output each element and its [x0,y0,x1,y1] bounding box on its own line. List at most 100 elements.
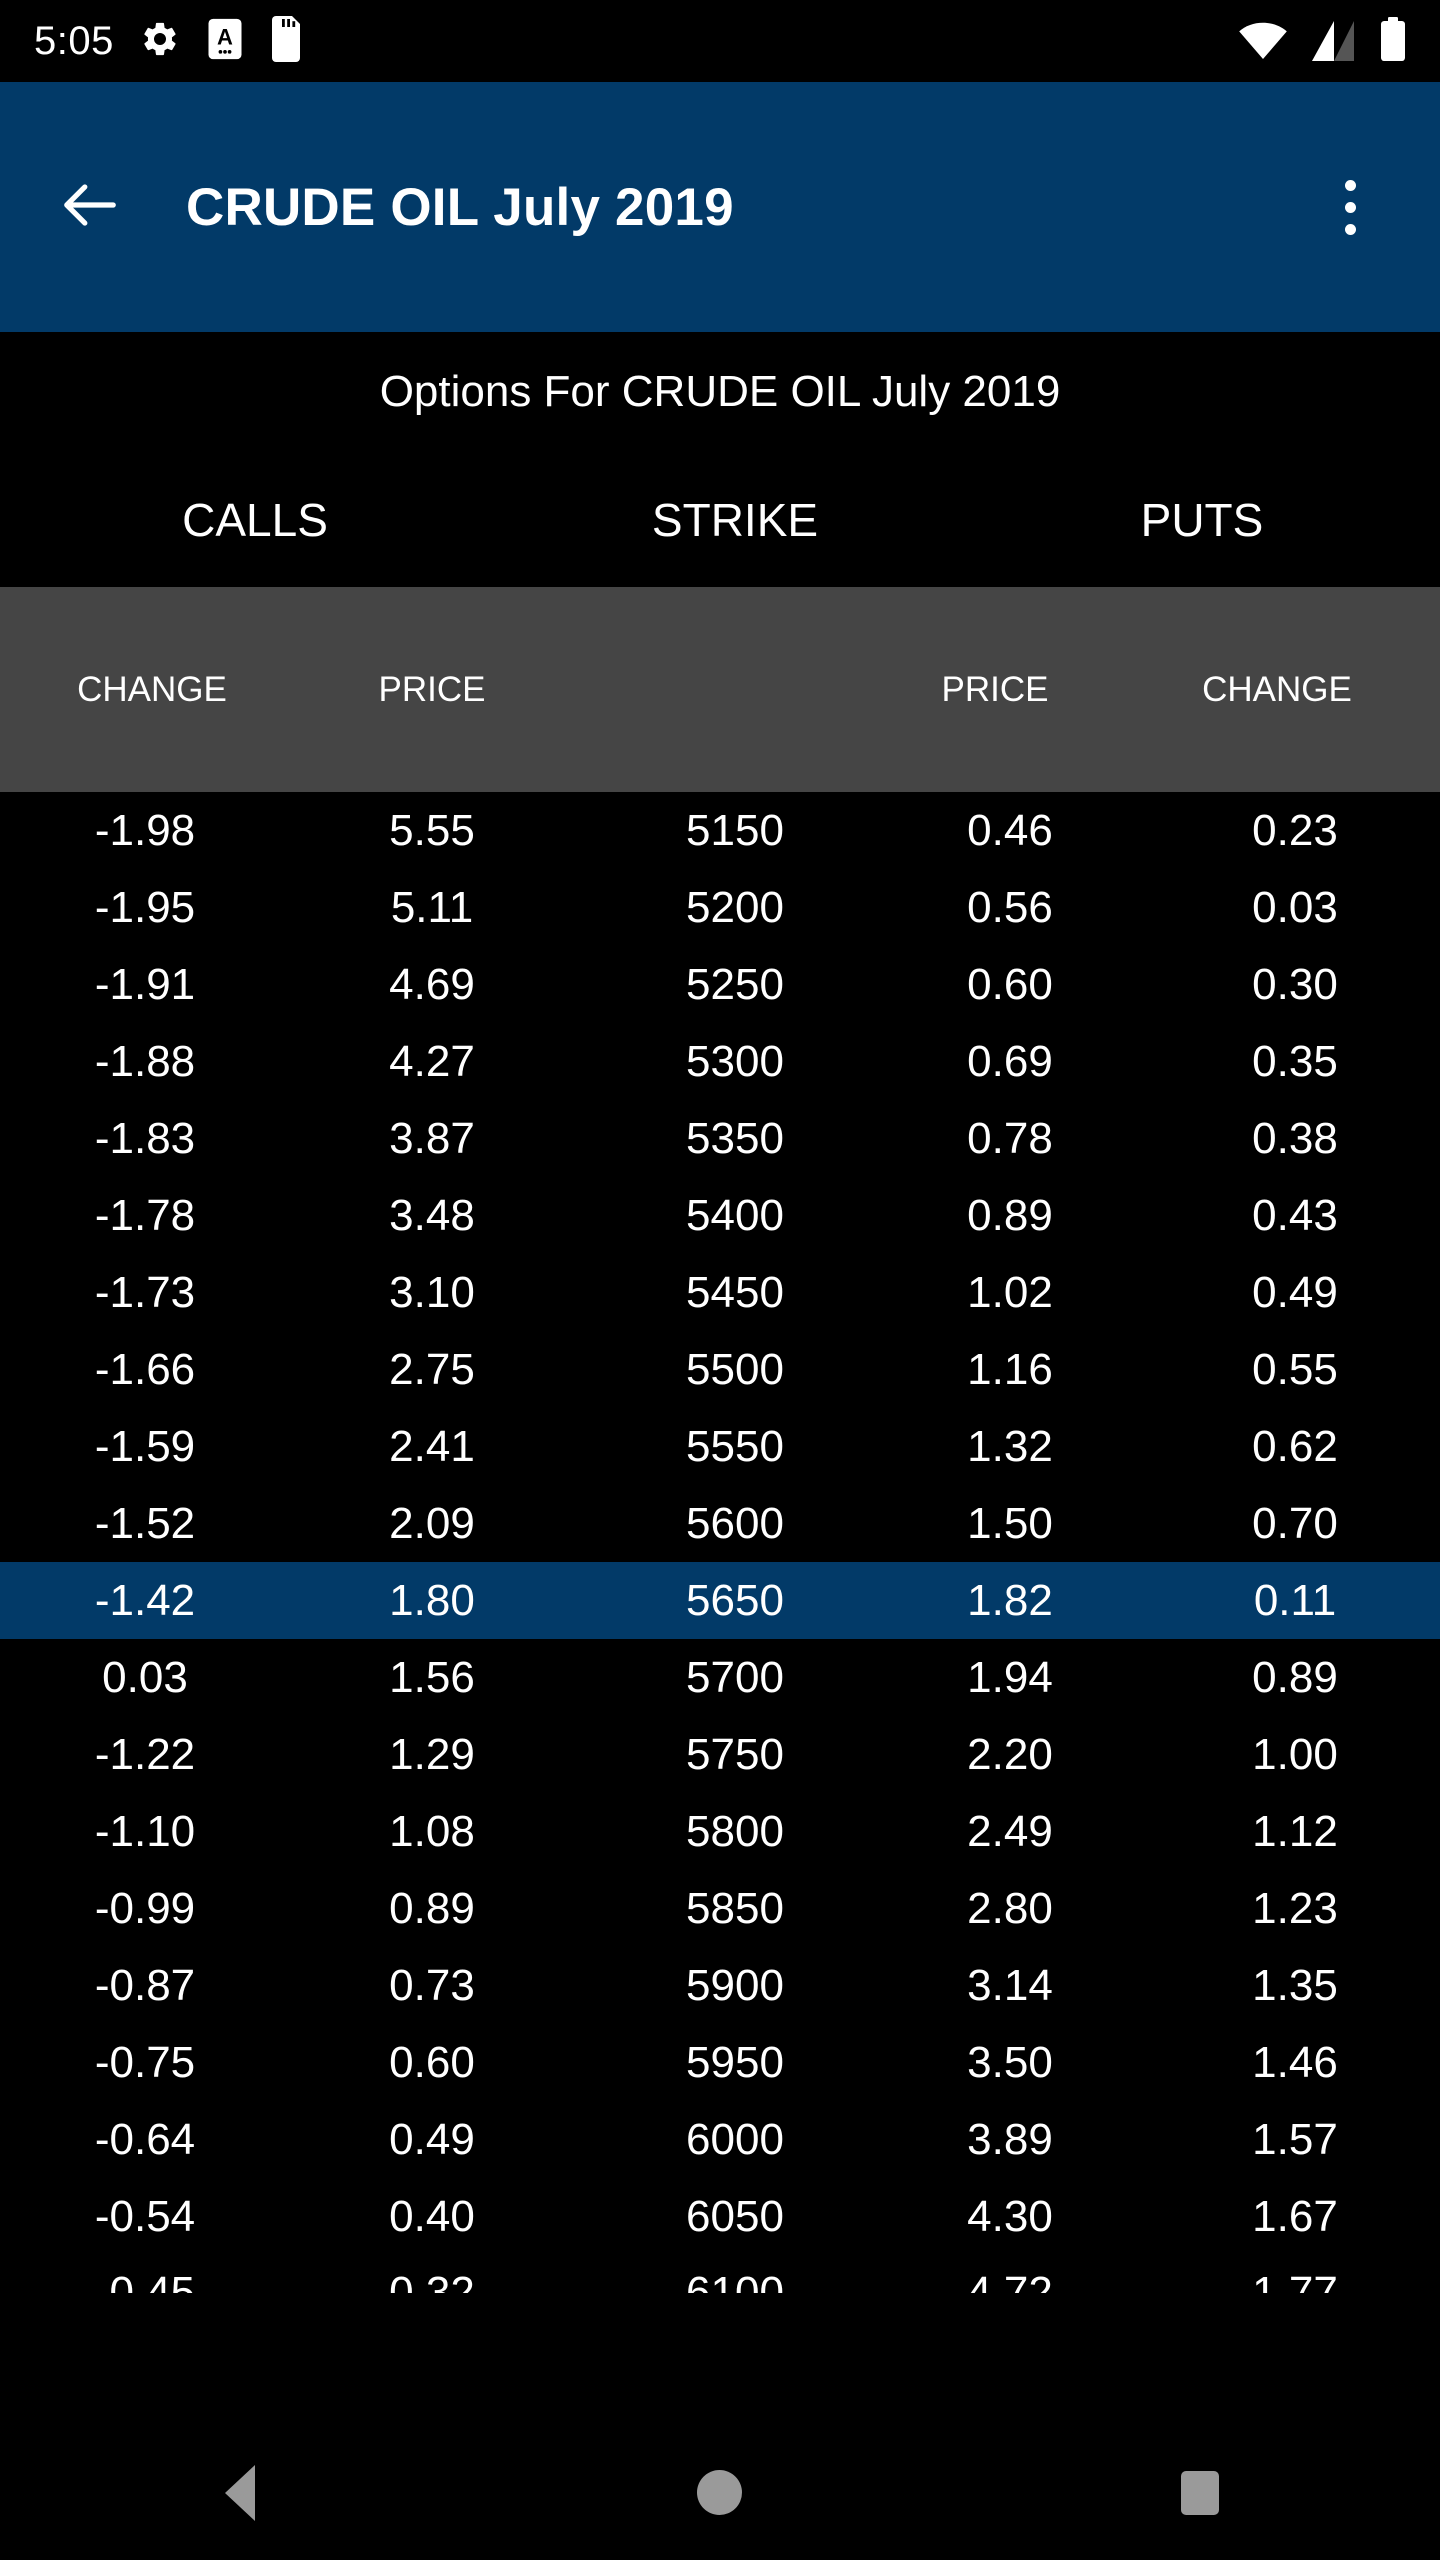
app-bar: CRUDE OIL July 2019 [0,82,1440,332]
table-row[interactable]: -1.98 5.55 5150 0.46 0.23 [0,792,1440,869]
table-row[interactable]: -0.54 0.40 6050 4.30 1.67 [0,2178,1440,2255]
more-vert-icon [1344,179,1356,191]
table-row[interactable]: -0.99 0.89 5850 2.80 1.23 [0,1870,1440,1947]
cell-strike: 5650 [686,1575,784,1625]
cell-put-change: 0.35 [1252,1036,1338,1086]
table-row[interactable]: -1.42 1.80 5650 1.82 0.11 [0,1562,1440,1639]
cell-call-price: 2.41 [389,1421,475,1471]
cell-put-price: 1.32 [967,1421,1053,1471]
cell-call-price: 1.56 [389,1652,475,1702]
cell-strike: 5750 [686,1729,784,1779]
cell-put-change: 1.23 [1252,1883,1338,1933]
table-row[interactable]: -1.10 1.08 5800 2.49 1.12 [0,1793,1440,1870]
svg-text:A: A [217,24,233,49]
cell-put-price: 1.82 [967,1575,1053,1625]
cell-put-price: 1.94 [967,1652,1053,1702]
cell-strike: 5300 [686,1036,784,1086]
cell-call-price: 0.89 [389,1883,475,1933]
nav-recents-button[interactable] [960,2470,1440,2515]
cell-put-price: 1.16 [967,1344,1053,1394]
table-row[interactable]: -1.73 3.10 5450 1.02 0.49 [0,1254,1440,1331]
cell-call-change: -1.22 [94,1729,196,1779]
table-row[interactable]: -0.64 0.49 6000 3.89 1.57 [0,2101,1440,2178]
a-badge-icon: A [206,17,244,66]
status-bar-left: 5:05 A [34,15,302,67]
cell-put-price: 2.49 [967,1806,1053,1856]
table-row[interactable]: -0.87 0.73 5900 3.14 1.35 [0,1947,1440,2024]
status-clock: 5:05 [34,18,114,63]
cell-call-change: 0.03 [102,1652,188,1702]
nav-back-button[interactable] [0,2464,480,2521]
table-row[interactable]: -1.22 1.29 5750 2.20 1.00 [0,1716,1440,1793]
cell-put-price: 0.89 [967,1190,1053,1240]
cell-call-price: 2.75 [389,1344,475,1394]
cell-strike: 5700 [686,1652,784,1702]
cell-strike: 5200 [686,882,784,932]
cell-strike: 5350 [686,1113,784,1163]
table-row[interactable]: -1.59 2.41 5550 1.32 0.62 [0,1408,1440,1485]
cell-call-change: -1.52 [94,1498,196,1548]
gear-icon [140,19,180,64]
column-header-put-change[interactable]: CHANGE [1202,670,1352,710]
table-row[interactable]: 0.03 1.56 5700 1.94 0.89 [0,1639,1440,1716]
cell-put-change: 0.70 [1252,1498,1338,1548]
cell-call-price: 0.73 [389,1960,475,2010]
cell-put-price: 3.89 [967,2114,1053,2164]
cell-put-price: 4.72 [967,2268,1053,2293]
cell-strike: 5950 [686,2037,784,2087]
cell-put-change: 0.23 [1252,805,1338,855]
table-row[interactable]: -1.95 5.11 5200 0.56 0.03 [0,869,1440,946]
overflow-menu-button[interactable] [1304,161,1396,253]
cell-put-change: 1.67 [1252,2191,1338,2241]
more-vert-icon [1344,223,1356,235]
table-row[interactable]: -0.75 0.60 5950 3.50 1.46 [0,2024,1440,2101]
cell-call-price: 3.10 [389,1267,475,1317]
cell-put-change: 0.55 [1252,1344,1338,1394]
column-header-call-price[interactable]: PRICE [379,670,486,710]
cell-put-change: 1.77 [1252,2268,1338,2293]
cell-strike: 5600 [686,1498,784,1548]
cell-call-price: 4.27 [389,1036,475,1086]
table-row[interactable]: -1.78 3.48 5400 0.89 0.43 [0,1177,1440,1254]
table-row[interactable]: -1.88 4.27 5300 0.69 0.35 [0,1023,1440,1100]
column-header-call-change[interactable]: CHANGE [77,670,227,710]
column-header-row: CHANGE PRICE PRICE CHANGE [0,587,1440,792]
cell-put-change: 0.03 [1252,882,1338,932]
cell-call-price: 1.08 [389,1806,475,1856]
table-row[interactable]: -0.45 0.32 6100 4.72 1.77 [0,2255,1440,2293]
cell-put-price: 2.80 [967,1883,1053,1933]
cell-put-price: 3.50 [967,2037,1053,2087]
table-row[interactable]: -1.83 3.87 5350 0.78 0.38 [0,1100,1440,1177]
cell-put-change: 1.00 [1252,1729,1338,1779]
cell-call-change: -1.95 [94,882,196,932]
cell-call-price: 2.09 [389,1498,475,1548]
options-subtitle: Options For CRUDE OIL July 2019 [379,367,1061,416]
cell-strike: 6100 [686,2268,784,2293]
cell-strike: 5250 [686,959,784,1009]
cell-put-price: 0.56 [967,882,1053,932]
cell-call-change: -0.99 [94,1883,196,1933]
cell-put-change: 0.38 [1252,1113,1338,1163]
section-header-strike: STRIKE [651,493,819,546]
section-header-bar: CALLS STRIKE PUTS [0,452,1440,587]
cell-put-price: 1.02 [967,1267,1053,1317]
back-button[interactable] [44,161,136,253]
nav-home-button[interactable] [480,2470,960,2515]
cell-strike: 5850 [686,1883,784,1933]
table-row[interactable]: -1.52 2.09 5600 1.50 0.70 [0,1485,1440,1562]
cell-call-price: 1.29 [389,1729,475,1779]
cell-call-change: -1.59 [94,1421,196,1471]
cell-call-price: 0.40 [389,2191,475,2241]
column-header-put-price[interactable]: PRICE [942,670,1049,710]
table-row[interactable]: -1.66 2.75 5500 1.16 0.55 [0,1331,1440,1408]
table-row[interactable]: -1.91 4.69 5250 0.60 0.30 [0,946,1440,1023]
cell-call-change: -1.66 [94,1344,196,1394]
cell-strike: 5400 [686,1190,784,1240]
cell-put-price: 4.30 [967,2191,1053,2241]
cell-strike: 5150 [686,805,784,855]
option-chain-table: -1.98 5.55 5150 0.46 0.23 -1.95 5.11 5200 0.56 0.… [0,792,1440,2293]
cell-strike: 5550 [686,1421,784,1471]
cell-put-change: 0.49 [1252,1267,1338,1317]
cell-call-change: -0.64 [94,2114,196,2164]
section-header-puts: PUTS [1140,493,1264,546]
